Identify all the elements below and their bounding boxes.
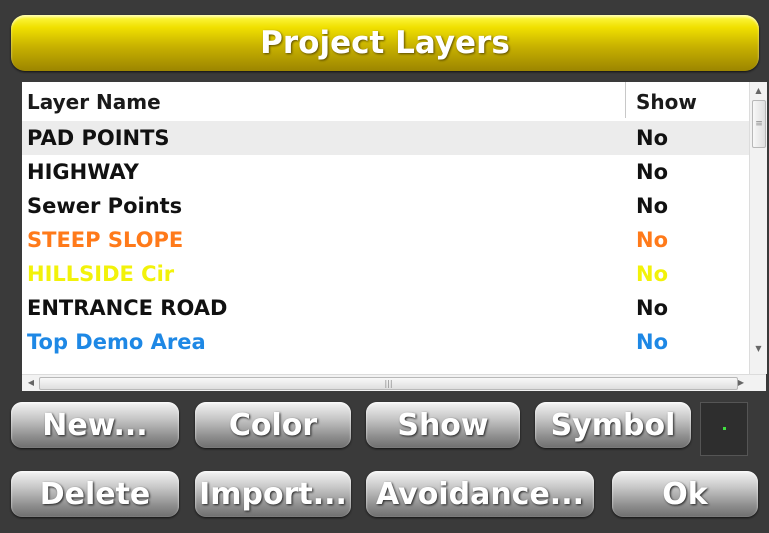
new-button[interactable]: New... [11, 402, 179, 448]
color-swatch-dot [723, 427, 726, 430]
layer-name-cell: Top Demo Area [27, 330, 206, 354]
column-header-show[interactable]: Show [636, 90, 697, 114]
layer-show-cell[interactable]: No [636, 160, 668, 184]
column-divider[interactable] [625, 82, 626, 118]
vertical-scroll-thumb[interactable]: ≡ [752, 100, 766, 148]
show-button[interactable]: Show [366, 402, 520, 448]
layer-row[interactable]: ENTRANCE ROAD No [22, 291, 749, 325]
column-header-layer-name[interactable]: Layer Name [27, 90, 161, 114]
layer-name-cell: STEEP SLOPE [27, 228, 184, 252]
avoidance-button[interactable]: Avoidance... [366, 471, 594, 517]
layer-list[interactable]: Layer Name Show PAD POINTS No HIGHWAY No Sew… [22, 82, 767, 391]
scroll-left-arrow-icon[interactable]: ◀ [24, 375, 38, 391]
layer-show-cell[interactable]: No [636, 296, 668, 320]
layer-row[interactable]: Sewer Points No [22, 189, 749, 223]
layer-color-swatch [700, 402, 748, 456]
layer-rows: PAD POINTS No HIGHWAY No Sewer Points No STEEP… [22, 121, 749, 359]
layer-name-cell: HIGHWAY [27, 160, 139, 184]
layer-name-cell: ENTRANCE ROAD [27, 296, 228, 320]
layer-row[interactable]: PAD POINTS No [22, 121, 749, 155]
layer-row[interactable]: Top Demo Area No [22, 325, 749, 359]
horizontal-scrollbar[interactable]: ◀ ||| ▶ [22, 374, 766, 391]
symbol-button[interactable]: Symbol [535, 402, 691, 448]
layer-show-cell[interactable]: No [636, 126, 668, 150]
layer-name-cell: HILLSIDE Cir [27, 262, 175, 286]
import-button[interactable]: Import... [195, 471, 351, 517]
ok-button[interactable]: Ok [612, 471, 758, 517]
title-bar: Project Layers [11, 15, 759, 71]
layer-show-cell[interactable]: No [636, 330, 668, 354]
list-header: Layer Name Show [22, 82, 749, 118]
scroll-up-arrow-icon[interactable]: ▲ [750, 84, 767, 98]
page-title: Project Layers [260, 25, 510, 61]
layer-show-cell[interactable]: No [636, 194, 668, 218]
scroll-down-arrow-icon[interactable]: ▼ [750, 342, 767, 356]
color-button[interactable]: Color [195, 402, 351, 448]
layer-show-cell[interactable]: No [636, 228, 668, 252]
layer-row[interactable]: HILLSIDE Cir No [22, 257, 749, 291]
layer-name-cell: Sewer Points [27, 194, 183, 218]
scroll-right-arrow-icon[interactable]: ▶ [734, 375, 748, 391]
layer-row[interactable]: HIGHWAY No [22, 155, 749, 189]
horizontal-scroll-thumb[interactable]: ||| [39, 377, 738, 390]
layer-row[interactable]: STEEP SLOPE No [22, 223, 749, 257]
layer-show-cell[interactable]: No [636, 262, 668, 286]
vertical-scrollbar[interactable]: ▲ ≡ ▼ [749, 82, 767, 374]
delete-button[interactable]: Delete [11, 471, 179, 517]
layer-name-cell: PAD POINTS [27, 126, 170, 150]
